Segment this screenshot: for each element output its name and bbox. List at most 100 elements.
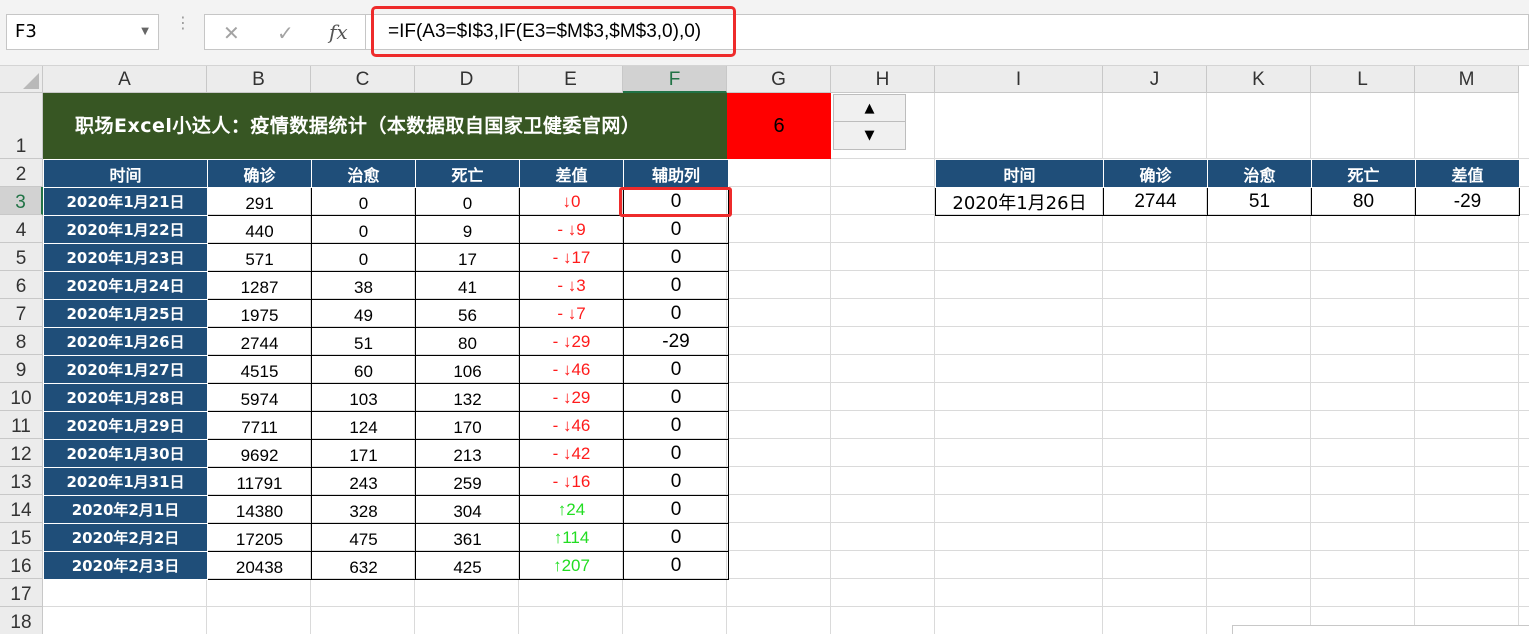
- cell-cured[interactable]: 243: [311, 467, 416, 496]
- cell-dead[interactable]: 259: [415, 467, 520, 496]
- cell-confirmed[interactable]: 9692: [207, 439, 312, 468]
- cell-dead[interactable]: 132: [415, 383, 520, 412]
- cell-confirmed[interactable]: 14380: [207, 495, 312, 524]
- cell-date[interactable]: 2020年1月31日: [43, 467, 208, 496]
- insert-function-icon[interactable]: fx: [329, 20, 348, 44]
- row-header-7[interactable]: 7: [0, 299, 43, 327]
- chevron-down-icon[interactable]: ▼: [141, 15, 149, 49]
- column-header-g[interactable]: G: [727, 66, 831, 93]
- cell-aux[interactable]: 0: [623, 355, 729, 384]
- cell-diff[interactable]: - ↓29: [519, 383, 624, 412]
- row-header-16[interactable]: 16: [0, 551, 43, 579]
- cell-confirmed[interactable]: 2744: [207, 327, 312, 356]
- name-box[interactable]: F3 ▼: [6, 14, 159, 50]
- drag-handle-icon[interactable]: ⋮: [175, 15, 191, 31]
- cell-diff[interactable]: - ↓46: [519, 411, 624, 440]
- cell-diff[interactable]: ↑24: [519, 495, 624, 524]
- header-cell[interactable]: 死亡: [415, 159, 520, 188]
- cell-date[interactable]: 2020年1月27日: [43, 355, 208, 384]
- column-header-c[interactable]: C: [311, 66, 415, 93]
- cell-confirmed[interactable]: 20438: [207, 551, 312, 580]
- cell-confirmed[interactable]: 7711: [207, 411, 312, 440]
- cell-cured[interactable]: 0: [311, 215, 416, 244]
- cell-cured[interactable]: 0: [311, 187, 416, 216]
- cell-diff[interactable]: - ↓17: [519, 243, 624, 272]
- lookup-header-cell[interactable]: 差值: [1415, 159, 1520, 188]
- row-header-15[interactable]: 15: [0, 523, 43, 551]
- confirm-icon[interactable]: ✓: [277, 21, 294, 45]
- counter-cell[interactable]: 6: [727, 93, 831, 159]
- cell-cured[interactable]: 60: [311, 355, 416, 384]
- cell-dead[interactable]: 80: [415, 327, 520, 356]
- cell-aux[interactable]: 0: [623, 467, 729, 496]
- sheet-title[interactable]: 职场Excel小达人：疫情数据统计（本数据取自国家卫健委官网）: [43, 93, 727, 159]
- row-header-5[interactable]: 5: [0, 243, 43, 271]
- row-header-6[interactable]: 6: [0, 271, 43, 299]
- column-header-h[interactable]: H: [831, 66, 935, 93]
- active-cell-highlight[interactable]: [619, 187, 732, 217]
- cell-diff[interactable]: - ↓16: [519, 467, 624, 496]
- row-header-10[interactable]: 10: [0, 383, 43, 411]
- cell-cured[interactable]: 51: [311, 327, 416, 356]
- header-cell[interactable]: 时间: [43, 159, 208, 188]
- row-header-12[interactable]: 12: [0, 439, 43, 467]
- lookup-cell[interactable]: 2744: [1103, 187, 1208, 216]
- row-header-11[interactable]: 11: [0, 411, 43, 439]
- cell-dead[interactable]: 41: [415, 271, 520, 300]
- cell-confirmed[interactable]: 291: [207, 187, 312, 216]
- cell-aux[interactable]: 0: [623, 523, 729, 552]
- cell-aux[interactable]: 0: [623, 243, 729, 272]
- cell-dead[interactable]: 170: [415, 411, 520, 440]
- cell-confirmed[interactable]: 17205: [207, 523, 312, 552]
- spin-button[interactable]: ▲ ▼: [833, 94, 906, 150]
- cell-dead[interactable]: 213: [415, 439, 520, 468]
- cell-dead[interactable]: 17: [415, 243, 520, 272]
- row-header-3[interactable]: 3: [0, 187, 43, 215]
- cell-date[interactable]: 2020年1月23日: [43, 243, 208, 272]
- cell-dead[interactable]: 0: [415, 187, 520, 216]
- cell-confirmed[interactable]: 1287: [207, 271, 312, 300]
- header-cell[interactable]: 治愈: [311, 159, 416, 188]
- cell-date[interactable]: 2020年2月1日: [43, 495, 208, 524]
- cell-diff[interactable]: - ↓46: [519, 355, 624, 384]
- column-header-j[interactable]: J: [1103, 66, 1207, 93]
- column-header-f[interactable]: F: [623, 66, 727, 93]
- cell-dead[interactable]: 361: [415, 523, 520, 552]
- cell-diff[interactable]: - ↓3: [519, 271, 624, 300]
- column-header-b[interactable]: B: [207, 66, 311, 93]
- spin-down-button[interactable]: ▼: [834, 122, 905, 149]
- cell-cured[interactable]: 103: [311, 383, 416, 412]
- column-header-a[interactable]: A: [43, 66, 207, 93]
- select-all-corner[interactable]: [0, 66, 43, 93]
- header-cell[interactable]: 确诊: [207, 159, 312, 188]
- cell-aux[interactable]: 0: [623, 551, 729, 580]
- column-header-m[interactable]: M: [1415, 66, 1519, 93]
- row-header-1[interactable]: 1: [0, 93, 43, 159]
- lookup-header-cell[interactable]: 治愈: [1207, 159, 1312, 188]
- cell-diff[interactable]: ↑114: [519, 523, 624, 552]
- row-header-2[interactable]: 2: [0, 159, 43, 187]
- cell-confirmed[interactable]: 1975: [207, 299, 312, 328]
- cell-dead[interactable]: 106: [415, 355, 520, 384]
- lookup-cell[interactable]: 51: [1207, 187, 1312, 216]
- cell-confirmed[interactable]: 5974: [207, 383, 312, 412]
- cell-date[interactable]: 2020年2月3日: [43, 551, 208, 580]
- cell-aux[interactable]: 0: [623, 215, 729, 244]
- row-header-18[interactable]: 18: [0, 607, 43, 634]
- header-cell[interactable]: 辅助列: [623, 159, 729, 188]
- cell-diff[interactable]: ↓0: [519, 187, 624, 216]
- cell-aux[interactable]: 0: [623, 383, 729, 412]
- cell-date[interactable]: 2020年1月22日: [43, 215, 208, 244]
- cell-confirmed[interactable]: 4515: [207, 355, 312, 384]
- cell-diff[interactable]: - ↓29: [519, 327, 624, 356]
- cell-cured[interactable]: 38: [311, 271, 416, 300]
- cell-aux[interactable]: 0: [623, 299, 729, 328]
- lookup-cell[interactable]: -29: [1415, 187, 1520, 216]
- column-header-l[interactable]: L: [1311, 66, 1415, 93]
- cell-date[interactable]: 2020年1月30日: [43, 439, 208, 468]
- row-header-14[interactable]: 14: [0, 495, 43, 523]
- cell-confirmed[interactable]: 11791: [207, 467, 312, 496]
- cell-dead[interactable]: 304: [415, 495, 520, 524]
- cell-cured[interactable]: 124: [311, 411, 416, 440]
- row-header-9[interactable]: 9: [0, 355, 43, 383]
